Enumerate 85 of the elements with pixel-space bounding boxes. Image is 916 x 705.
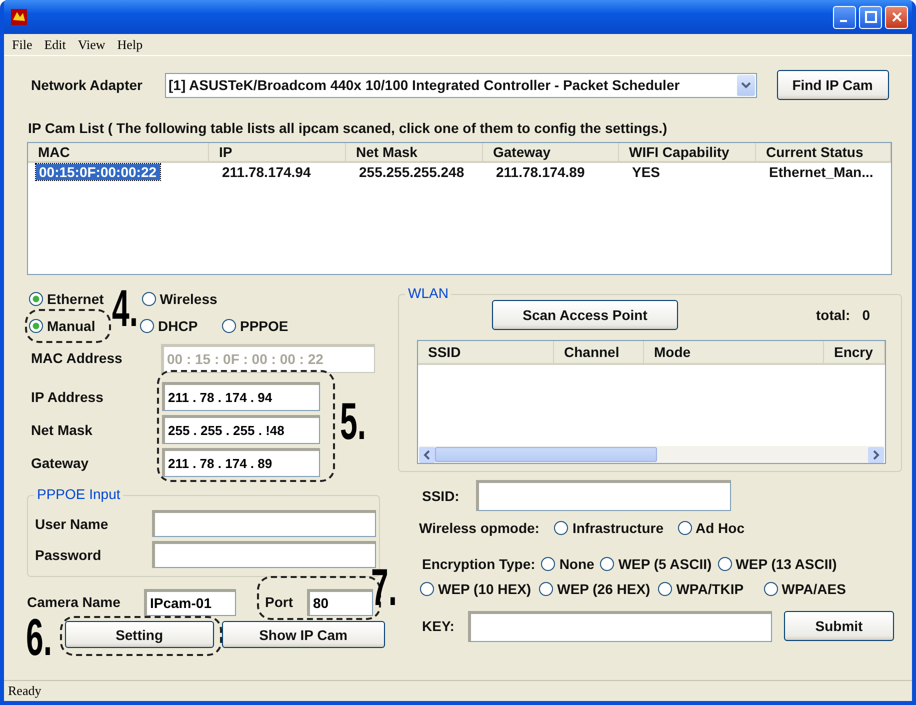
radio-button[interactable]: Ethernet: [29, 290, 104, 306]
horizontal-scrollbar[interactable]: [419, 446, 884, 463]
field-label: Password: [35, 546, 102, 562]
field-label: Camera Name: [27, 594, 122, 610]
minimize-icon: [840, 20, 846, 22]
address-field: 00 : 15 : 0F : 00 : 00 : 22: [161, 344, 375, 372]
maximize-icon: [864, 11, 876, 23]
radio-button[interactable]: Infrastructure: [554, 520, 664, 536]
address-field[interactable]: 211 . 78 . 174 . 89: [162, 448, 320, 477]
radio-button[interactable]: WPA/AES: [764, 580, 846, 596]
field-label: Encryption Type:: [422, 556, 536, 572]
menu-item[interactable]: Edit: [44, 36, 66, 52]
adapter-dropdown[interactable]: [1] ASUSTeK/Broadcom 440x 10/100 Integrated Controller - Packet Scheduler: [164, 72, 757, 98]
text-field[interactable]: [152, 541, 376, 568]
table-cell-text: YES: [631, 164, 662, 180]
step-number: 7.: [371, 562, 398, 614]
radio-button[interactable]: WPA/TKIP: [658, 580, 744, 596]
scroll-thumb[interactable]: [435, 447, 657, 462]
maximize-button[interactable]: [859, 6, 882, 28]
field-label: SSID:: [422, 488, 460, 504]
column-header[interactable]: SSID: [418, 341, 554, 363]
address-field[interactable]: 255 . 255 . 255 . !48: [162, 415, 320, 444]
close-button[interactable]: [885, 6, 908, 28]
field-label: Wireless opmode:: [419, 520, 540, 536]
column-header[interactable]: Channel: [554, 341, 644, 363]
text-field[interactable]: [152, 510, 376, 537]
column-header[interactable]: Mode: [644, 341, 824, 363]
ssid-field[interactable]: [476, 480, 731, 511]
ipcam-list[interactable]: MAC IP Net Mask Gateway WIFI Capability Current Status 00:15:0F:00:00:22 211.78.174.94 255.255.255.248 211.78.174.89 YES Ethernet_Man...: [27, 142, 892, 275]
radio-button[interactable]: PPPOE: [222, 318, 322, 334]
column-header[interactable]: Encry: [824, 341, 885, 363]
table-cell-text: 255.255.255.248: [358, 164, 466, 180]
menu-item[interactable]: Help: [117, 36, 143, 52]
minimize-button[interactable]: [833, 6, 856, 28]
table-cell[interactable]: 00:15:0F:00:00:22: [36, 164, 160, 180]
field-label: Gateway: [30, 454, 90, 470]
key-field[interactable]: [468, 610, 772, 642]
scan-access-point-button[interactable]: Scan Access Point: [492, 300, 678, 330]
field-label: Net Mask: [30, 422, 94, 438]
field-label: Port: [265, 594, 294, 610]
address-field[interactable]: 211 . 78 . 174 . 94: [162, 382, 320, 411]
radio-button[interactable]: None: [541, 556, 594, 572]
setting-button[interactable]: Setting: [65, 621, 214, 648]
field-label: MAC Address: [30, 350, 124, 366]
step-number: 5.: [340, 396, 366, 448]
list-caption: IP Cam List ( The following table lists all ipcam scaned, click one of them to config the settings.): [28, 120, 668, 136]
find-ip-cam-button[interactable]: Find IP Cam: [776, 70, 889, 100]
total-label: total:: [816, 307, 850, 323]
radio-button[interactable]: Ad Hoc: [678, 520, 744, 536]
column-header[interactable]: Net Mask: [346, 143, 483, 161]
column-header[interactable]: Gateway: [483, 143, 619, 161]
port-field[interactable]: 80: [307, 588, 373, 616]
column-header[interactable]: IP: [209, 143, 346, 161]
field-label: User Name: [35, 516, 110, 532]
column-header[interactable]: Current Status: [756, 143, 891, 161]
field-label: IP Address: [30, 388, 104, 404]
submit-button[interactable]: Submit: [784, 611, 894, 641]
radio-button[interactable]: WEP (10 HEX): [420, 580, 532, 596]
radio-button[interactable]: WEP (26 HEX): [539, 580, 650, 596]
camera-name-field[interactable]: IPcam-01: [144, 588, 236, 616]
radio-button[interactable]: DHCP: [140, 318, 222, 334]
table-cell-text: Ethernet_Man...: [768, 164, 874, 180]
menu-item[interactable]: View: [78, 36, 106, 52]
column-header[interactable]: MAC: [28, 143, 209, 161]
step-number: 6.: [26, 612, 52, 664]
column-header[interactable]: WIFI Capability: [619, 143, 756, 161]
total-count: 0: [862, 307, 870, 323]
step-number: 4.: [112, 283, 138, 335]
group-title: WLAN: [405, 285, 452, 301]
app-icon: [10, 8, 28, 26]
show-ip-cam-button[interactable]: Show IP Cam: [222, 621, 385, 648]
scroll-right-icon[interactable]: [868, 446, 884, 462]
access-point-list[interactable]: SSID Channel Mode Encry: [417, 340, 886, 464]
table-cell-text: 211.78.174.89: [495, 164, 586, 180]
close-icon: [890, 11, 902, 23]
scroll-left-icon[interactable]: [419, 446, 435, 462]
field-label: Network Adapter: [31, 77, 143, 93]
radio-button[interactable]: WEP (13 ASCII): [718, 556, 837, 572]
status-bar: Ready: [4, 680, 912, 701]
radio-button[interactable]: WEP (5 ASCII): [600, 556, 712, 572]
menu-item[interactable]: File: [12, 36, 32, 52]
table-cell-text: 211.78.174.94: [221, 164, 312, 180]
radio-button[interactable]: Wireless: [142, 290, 218, 306]
group-title: PPPOE Input: [34, 486, 124, 502]
field-label: KEY:: [422, 618, 456, 634]
